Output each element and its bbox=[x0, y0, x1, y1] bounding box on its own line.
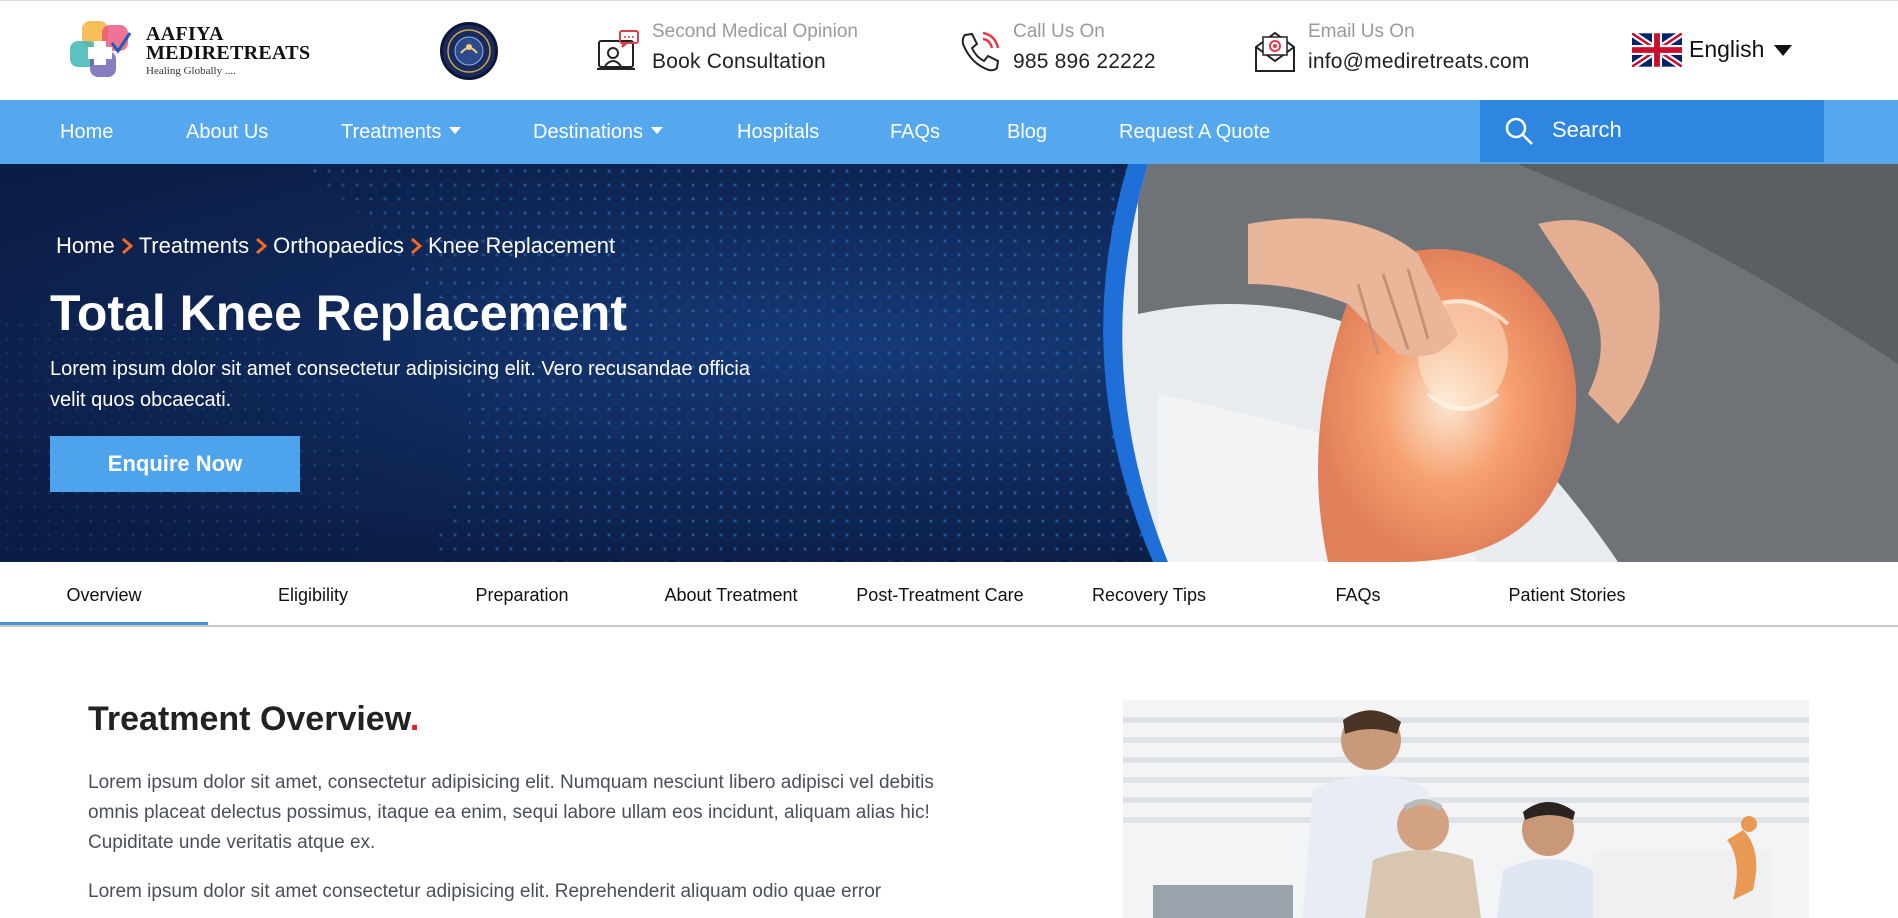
nav-item-hospitals[interactable]: Hospitals bbox=[737, 100, 819, 164]
uk-flag-icon bbox=[1632, 33, 1682, 67]
nav-item-faqs[interactable]: FAQs bbox=[890, 100, 940, 164]
contact-label: Call Us On bbox=[1013, 21, 1105, 42]
breadcrumb-home[interactable]: Home bbox=[56, 233, 115, 258]
contact-label: Email Us On bbox=[1308, 21, 1415, 42]
chevron-right-icon bbox=[411, 238, 422, 255]
dropdown-caret-icon bbox=[651, 127, 664, 135]
logo-mark-icon bbox=[70, 21, 132, 77]
hero-banner: Home Treatments Orthopaedics Knee Replaceme… bbox=[0, 164, 1898, 562]
knee-pain-photo bbox=[1103, 164, 1898, 562]
tab-patient-stories[interactable]: Patient Stories bbox=[1463, 562, 1671, 625]
tab-preparation[interactable]: Preparation bbox=[418, 562, 626, 625]
contact-value[interactable]: info@mediretreats.com bbox=[1308, 50, 1530, 74]
breadcrumb-treatments[interactable]: Treatments bbox=[139, 233, 249, 258]
email-icon bbox=[1255, 31, 1295, 72]
consultation-icon bbox=[597, 30, 639, 70]
top-header: AAFIYA MEDIRETREATS Healing Globally ...… bbox=[0, 0, 1898, 100]
tab-faqs[interactable]: FAQs bbox=[1254, 562, 1462, 625]
brand-tagline: Healing Globally .... bbox=[146, 65, 236, 77]
breadcrumb-current: Knee Replacement bbox=[428, 233, 616, 259]
section-title: Treatment Overview. bbox=[88, 700, 420, 738]
doctor-consultation-photo bbox=[1123, 700, 1809, 918]
contact-value[interactable]: 985 896 22222 bbox=[1013, 50, 1156, 74]
page-title: Total Knee Replacement bbox=[50, 285, 628, 341]
tab-eligibility[interactable]: Eligibility bbox=[209, 562, 417, 625]
search-input[interactable]: Search bbox=[1480, 100, 1824, 162]
nav-item-about-us[interactable]: About Us bbox=[186, 100, 268, 164]
tab-overview[interactable]: Overview bbox=[0, 562, 208, 625]
language-label: English bbox=[1689, 36, 1765, 62]
breadcrumb-orthopaedics[interactable]: Orthopaedics bbox=[273, 233, 404, 258]
nav-item-blog[interactable]: Blog bbox=[1007, 100, 1047, 164]
accreditation-seal-icon bbox=[440, 22, 498, 80]
chevron-right-icon bbox=[256, 238, 268, 255]
tab-post-treatment-care[interactable]: Post-Treatment Care bbox=[836, 562, 1044, 625]
search-icon bbox=[1505, 117, 1533, 145]
tab-recovery-tips[interactable]: Recovery Tips bbox=[1045, 562, 1253, 625]
dropdown-caret-icon bbox=[449, 127, 462, 135]
nav-item-home[interactable]: Home bbox=[60, 100, 113, 164]
chevron-down-icon bbox=[1774, 45, 1792, 56]
brand-logo[interactable]: AAFIYA MEDIRETREATS Healing Globally ...… bbox=[68, 19, 318, 83]
nav-item-treatments[interactable]: Treatments bbox=[341, 100, 462, 164]
main-navigation: Home About Us Treatments Destinations Ho… bbox=[0, 100, 1898, 164]
enquire-now-button[interactable]: Enquire Now bbox=[50, 436, 300, 492]
hero-description: Lorem ipsum dolor sit amet consectetur a… bbox=[50, 358, 750, 411]
treatment-tabs: Overview Eligibility Preparation About T… bbox=[0, 562, 1898, 627]
title-accent-dot: . bbox=[409, 700, 420, 738]
contact-label: Second Medical Opinion bbox=[652, 21, 858, 42]
search-placeholder: Search bbox=[1552, 117, 1622, 142]
nav-item-request-a-quote[interactable]: Request A Quote bbox=[1119, 100, 1270, 164]
brand-name: AAFIYA MEDIRETREATS bbox=[146, 23, 311, 64]
phone-icon bbox=[961, 31, 1000, 72]
breadcrumb: Home Treatments Orthopaedics Knee Replaceme… bbox=[56, 232, 615, 259]
overview-paragraph: Lorem ipsum dolor sit amet, consectetur … bbox=[88, 772, 934, 853]
contact-value[interactable]: Book Consultation bbox=[652, 50, 826, 74]
chevron-right-icon bbox=[121, 238, 133, 255]
overview-paragraph: Lorem ipsum dolor sit amet consectetur a… bbox=[88, 881, 882, 902]
nav-item-destinations[interactable]: Destinations bbox=[533, 100, 664, 164]
tab-about-treatment[interactable]: About Treatment bbox=[627, 562, 835, 625]
